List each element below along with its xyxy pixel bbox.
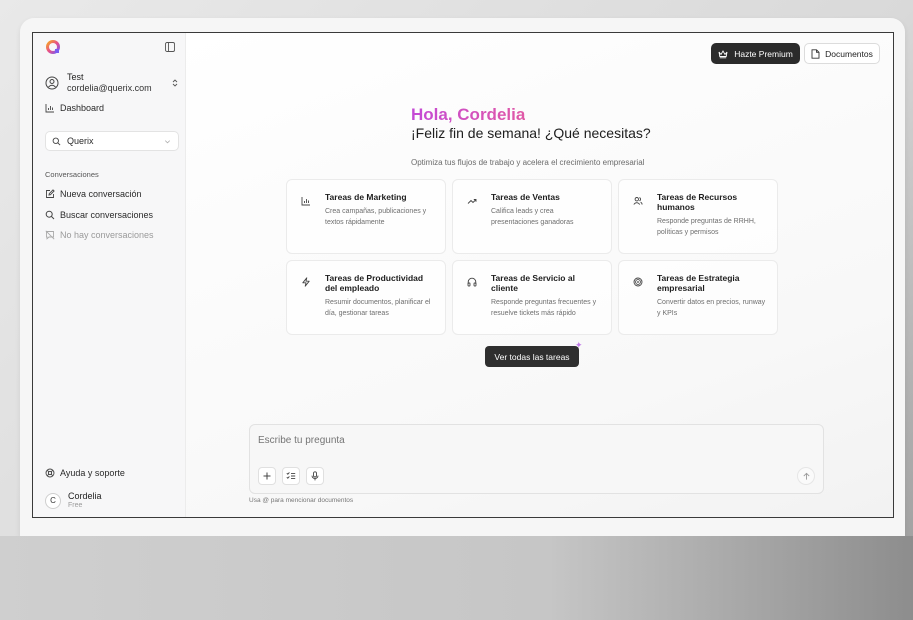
plus-icon xyxy=(263,472,271,480)
task-card-title: Tareas de Recursos humanos xyxy=(657,192,738,212)
view-all-tasks-label: Ver todas las tareas xyxy=(494,351,570,362)
device-stand xyxy=(0,536,913,620)
message-off-icon xyxy=(45,230,55,240)
go-premium-button[interactable]: Hazte Premium xyxy=(711,43,800,64)
workspace-select-value: Querix xyxy=(67,136,94,146)
task-card-productivity[interactable]: Tareas de Productividad del empleado Res… xyxy=(286,260,446,335)
task-card-sales[interactable]: Tareas de Ventas Califica leads y crea p… xyxy=(452,179,612,254)
search-icon xyxy=(52,137,61,145)
voice-input-button[interactable] xyxy=(306,467,324,485)
user-profile-button[interactable]: C Cordelia Free xyxy=(45,491,102,510)
arrow-up-icon xyxy=(802,472,810,480)
help-support-label: Ayuda y soporte xyxy=(60,468,125,478)
documents-button[interactable]: Documentos xyxy=(804,43,880,64)
task-card-title: Tareas de Ventas xyxy=(491,192,560,202)
headphones-icon xyxy=(467,277,477,287)
task-card-description: Califica leads y crea presentaciones gan… xyxy=(491,208,574,226)
sparkle-icon: ✦ xyxy=(575,340,583,350)
task-card-title: Tareas de Productividad del empleado xyxy=(325,273,424,293)
avatar: C xyxy=(45,492,61,509)
checklist-icon xyxy=(286,472,296,480)
task-card-customer-service[interactable]: Tareas de Servicio al cliente Responde p… xyxy=(452,260,612,335)
sidebar-item-label: Dashboard xyxy=(60,103,105,113)
empty-conversations-label: No hay conversaciones xyxy=(60,230,154,240)
sidebar-item-dashboard[interactable]: Dashboard xyxy=(45,103,104,113)
app-window: Test cordelia@querix.com Dashboard Queri… xyxy=(32,32,894,518)
chevron-up-down-icon xyxy=(172,79,178,87)
conversations-section-label: Conversaciones xyxy=(45,170,99,179)
search-conversations-label: Buscar conversaciones xyxy=(60,210,154,220)
sidebar-toggle-icon[interactable] xyxy=(165,42,175,52)
crown-icon xyxy=(718,49,728,58)
new-conversation-label: Nueva conversación xyxy=(60,189,142,199)
sidebar: Test cordelia@querix.com Dashboard Queri… xyxy=(33,33,186,517)
task-card-description: Responde preguntas frecuentes y resuelve… xyxy=(491,299,597,317)
account-email: cordelia@querix.com xyxy=(67,83,152,93)
task-card-description: Convertir datos en precios, runway y KPI… xyxy=(657,299,766,317)
trending-up-icon xyxy=(467,199,477,204)
task-card-description: Crea campañas, publicaciones y textos rá… xyxy=(325,208,427,226)
task-card-description: Resumir documentos, planificar el día, g… xyxy=(325,299,431,317)
view-all-tasks-button[interactable]: Ver todas las tareas xyxy=(485,346,579,367)
target-icon xyxy=(633,277,643,287)
documents-label: Documentos xyxy=(825,48,873,59)
lifebuoy-icon xyxy=(45,468,55,478)
attach-button[interactable] xyxy=(258,467,276,485)
bar-chart-icon xyxy=(45,104,54,113)
task-card-title: Tareas de Marketing xyxy=(325,192,407,202)
account-switcher[interactable]: Test cordelia@querix.com xyxy=(45,69,179,97)
account-name: Test xyxy=(67,72,84,82)
help-support-button[interactable]: Ayuda y soporte xyxy=(45,468,125,478)
greeting-subtitle: ¡Feliz fin de semana! ¿Qué necesitas? xyxy=(411,125,651,141)
task-card-marketing[interactable]: Tareas de Marketing Crea campañas, publi… xyxy=(286,179,446,254)
workspace-select[interactable]: Querix xyxy=(45,131,179,151)
task-card-description: Responde preguntas de RRHH, políticas y … xyxy=(657,218,756,236)
tagline: Optimiza tus flujos de trabajo y acelera… xyxy=(411,158,645,167)
task-list-button[interactable] xyxy=(282,467,300,485)
search-conversations-button[interactable]: Buscar conversaciones xyxy=(45,210,153,220)
new-conversation-button[interactable]: Nueva conversación xyxy=(45,189,142,199)
empty-conversations: No hay conversaciones xyxy=(45,230,154,240)
lightning-icon xyxy=(302,277,310,287)
task-card-title: Tareas de Estrategia empresarial xyxy=(657,273,740,293)
message-composer xyxy=(249,424,824,494)
profile-name: Cordelia xyxy=(68,491,102,501)
go-premium-label: Hazte Premium xyxy=(734,48,793,59)
querix-logo-icon[interactable] xyxy=(45,39,61,55)
users-icon xyxy=(633,197,643,205)
question-input[interactable] xyxy=(258,435,658,446)
send-button[interactable] xyxy=(797,467,815,485)
search-icon xyxy=(45,210,55,220)
task-card-title: Tareas de Servicio al cliente xyxy=(491,273,575,293)
task-card-strategy[interactable]: Tareas de Estrategia empresarial Convert… xyxy=(618,260,778,335)
chevron-down-icon xyxy=(164,139,171,143)
bar-chart-icon xyxy=(301,197,310,206)
profile-plan: Free xyxy=(68,502,83,509)
mention-hint: Usa @ para mencionar documentos xyxy=(249,497,354,504)
edit-icon xyxy=(46,189,55,198)
user-circle-icon xyxy=(45,76,59,90)
greeting-title: Hola, Cordelia xyxy=(411,105,526,124)
task-card-hr[interactable]: Tareas de Recursos humanos Responde preg… xyxy=(618,179,778,254)
main-content: Hazte Premium Documentos Hola, Cordelia … xyxy=(186,33,893,517)
document-icon xyxy=(811,48,820,59)
microphone-icon xyxy=(311,471,319,481)
